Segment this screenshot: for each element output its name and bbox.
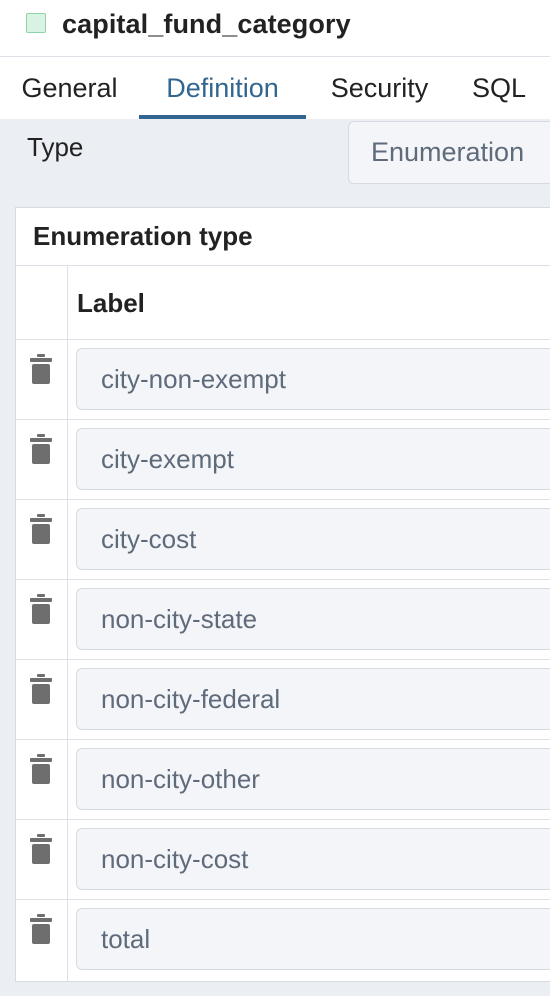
type-icon [26, 13, 46, 33]
trash-icon[interactable] [30, 834, 52, 866]
table-row: non-city-cost [16, 820, 550, 900]
label-input[interactable]: city-cost [76, 508, 550, 570]
tab-security[interactable]: Security [306, 57, 453, 119]
trash-icon[interactable] [30, 434, 52, 466]
label-input[interactable]: total [76, 908, 550, 970]
trash-icon[interactable] [30, 514, 52, 546]
label-input[interactable]: non-city-other [76, 748, 550, 810]
table-row: city-cost [16, 500, 550, 580]
trash-icon[interactable] [30, 674, 52, 706]
tab-definition[interactable]: Definition [139, 57, 306, 119]
table-row: city-exempt [16, 420, 550, 500]
type-select[interactable]: Enumeration [348, 121, 550, 184]
table-row: non-city-federal [16, 660, 550, 740]
tab-bar: General Definition Security SQL [0, 57, 550, 119]
panel-title: Enumeration type [33, 221, 253, 251]
panel-header: Enumeration type [16, 208, 550, 266]
tab-general[interactable]: General [0, 57, 139, 119]
column-header-row: Label [16, 266, 550, 340]
table-row: total [16, 900, 550, 980]
trash-icon[interactable] [30, 354, 52, 386]
column-header-label: Label [77, 288, 145, 318]
trash-icon[interactable] [30, 914, 52, 946]
label-input[interactable]: city-non-exempt [76, 348, 550, 410]
dialog-title: capital_fund_category [62, 9, 351, 39]
label-input[interactable]: city-exempt [76, 428, 550, 490]
trash-icon[interactable] [30, 754, 52, 786]
type-field-label: Type [27, 132, 84, 162]
table-row: non-city-other [16, 740, 550, 820]
trash-icon[interactable] [30, 594, 52, 626]
label-input[interactable]: non-city-federal [76, 668, 550, 730]
label-input[interactable]: non-city-cost [76, 828, 550, 890]
enumeration-type-panel: Enumeration type Label city-non-exempt ci… [15, 207, 550, 982]
dialog-title-bar: capital_fund_category [0, 0, 550, 57]
table-row: non-city-state [16, 580, 550, 660]
active-tab-indicator [139, 115, 306, 119]
tab-sql[interactable]: SQL [453, 57, 545, 119]
table-row: city-non-exempt [16, 340, 550, 420]
label-input[interactable]: non-city-state [76, 588, 550, 650]
